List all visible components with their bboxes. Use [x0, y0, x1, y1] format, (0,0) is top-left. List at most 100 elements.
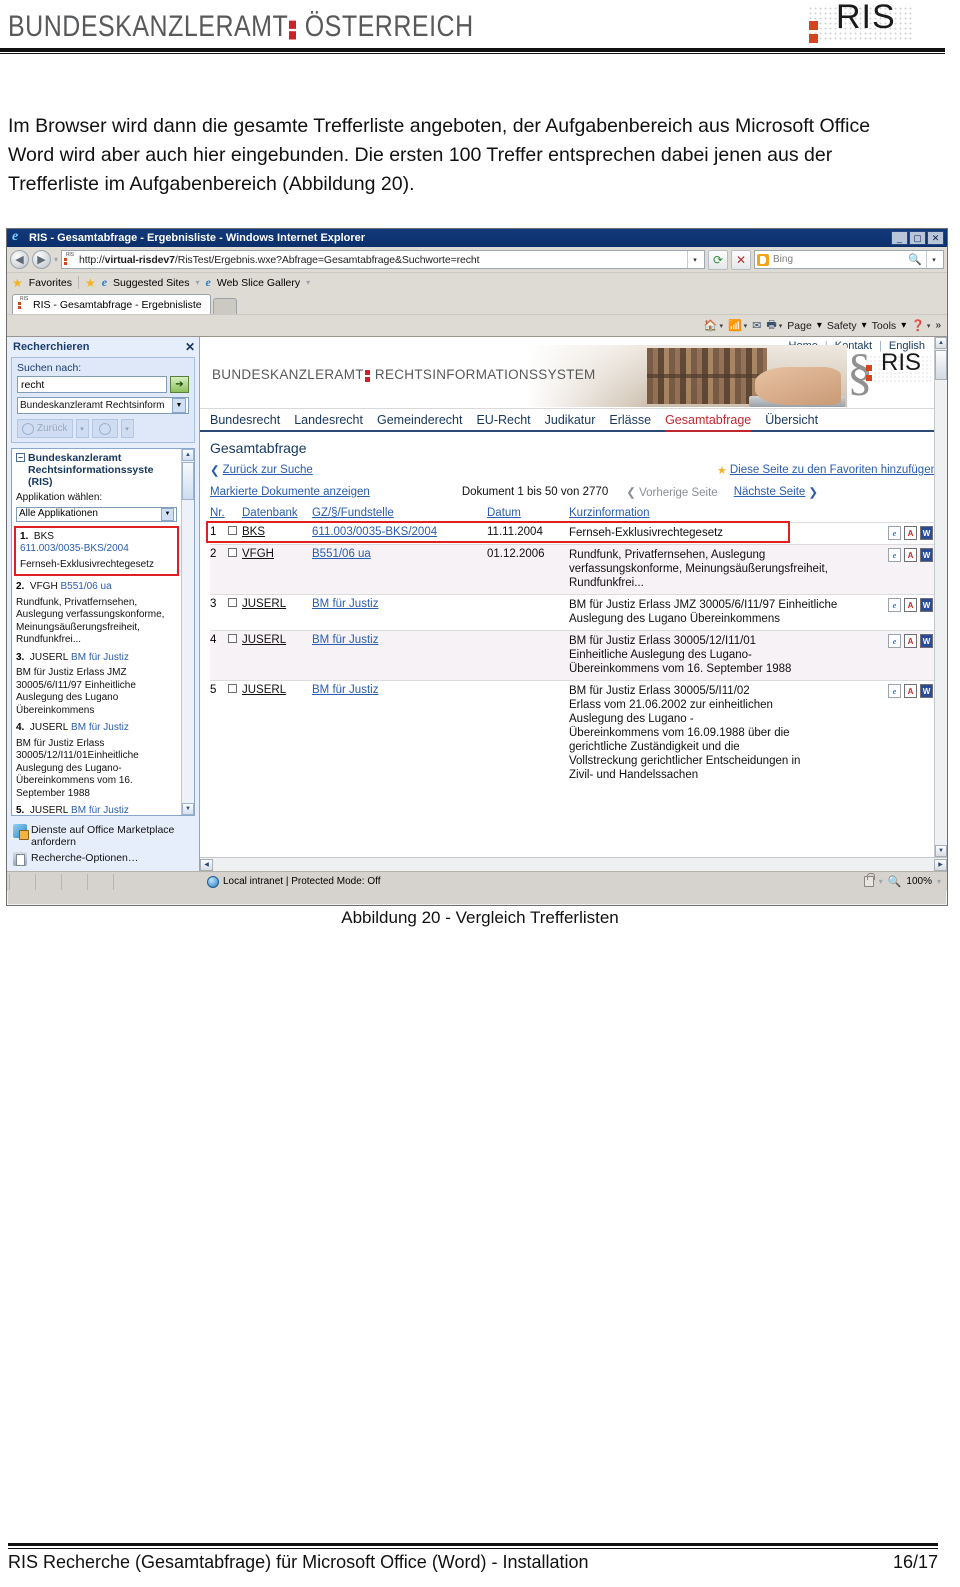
search-dropdown-caret-icon[interactable]: ▾ [926, 251, 941, 268]
back-to-search-link[interactable]: Zurück zur Suche [223, 464, 313, 476]
cell-datenbank[interactable]: JUSERL [242, 634, 286, 646]
hit-reference[interactable]: BM für Justiz [71, 722, 129, 733]
table-row[interactable]: 4 JUSERL BM für Justiz BM für Justiz Erl… [210, 630, 937, 681]
nav-uebersicht[interactable]: Übersicht [765, 413, 818, 430]
column-datenbank[interactable]: Datenbank [242, 507, 312, 523]
scroll-up-icon[interactable]: ▲ [935, 337, 947, 349]
pdf-icon[interactable]: A [904, 634, 917, 648]
zoom-caret-icon[interactable]: ▾ [937, 877, 941, 886]
row-checkbox[interactable] [228, 548, 237, 557]
suggested-sites-caret-icon[interactable]: ▾ [196, 278, 200, 287]
list-item[interactable]: 2. VFGH B551/06 ua Rundfunk, Privatferns… [16, 581, 177, 647]
html-icon[interactable]: e [888, 684, 901, 698]
show-marked-documents-link[interactable]: Markierte Dokumente anzeigen [210, 486, 370, 498]
html-icon[interactable]: e [888, 634, 901, 648]
web-slice-gallery-label[interactable]: Web Slice Gallery [217, 277, 300, 289]
cell-datenbank[interactable]: JUSERL [242, 684, 286, 696]
print-icon[interactable]: 🖶 ▾ [766, 316, 782, 335]
list-item[interactable]: 4. JUSERL BM für Justiz BM für Justiz Er… [16, 722, 177, 800]
url-dropdown-caret-icon[interactable]: ▾ [687, 251, 702, 268]
help-icon[interactable]: ❓ ▾ [911, 319, 930, 332]
refresh-button[interactable]: ⟳ [708, 249, 728, 270]
cell-checkbox[interactable] [228, 680, 242, 786]
favorites-label[interactable]: Favorites [29, 277, 72, 289]
suggested-sites-label[interactable]: Suggested Sites [113, 277, 189, 289]
feeds-icon[interactable]: 📶 ▾ [728, 319, 747, 332]
cell-checkbox[interactable] [228, 544, 242, 595]
security-zone[interactable]: Local intranet | Protected Mode: Off [199, 875, 389, 888]
word-icon[interactable]: W [920, 598, 933, 612]
horizontal-scrollbar[interactable]: ◀ ▶ [200, 857, 947, 871]
table-row[interactable]: 5 JUSERL BM für Justiz BM für Justiz Erl… [210, 680, 937, 786]
row-checkbox[interactable] [228, 526, 237, 535]
maximize-button[interactable]: ▢ [909, 231, 926, 245]
back-dropdown-icon[interactable]: ▾ [75, 419, 89, 438]
html-icon[interactable]: e [888, 526, 901, 540]
nav-erlaesse[interactable]: Erlässe [609, 413, 651, 430]
page-scrollbar[interactable]: ▲ ▼ [934, 337, 947, 857]
cell-datenbank[interactable]: BKS [242, 526, 265, 538]
row-checkbox[interactable] [228, 684, 237, 693]
zoom-level[interactable]: 100% [906, 876, 932, 887]
cell-reference[interactable]: B551/06 ua [312, 548, 371, 560]
nav-bundesrecht[interactable]: Bundesrecht [210, 413, 280, 430]
html-icon[interactable]: e [888, 548, 901, 562]
menu-tools[interactable]: Tools [872, 320, 897, 332]
back-button[interactable]: Zurück [17, 419, 73, 438]
scrollbar-thumb[interactable] [182, 462, 194, 500]
application-select[interactable]: Alle Applikationen ▼ [16, 506, 177, 522]
word-icon[interactable]: W [920, 684, 933, 698]
new-tab-button[interactable] [212, 298, 237, 314]
close-icon[interactable]: ✕ [185, 340, 195, 354]
nav-eu-recht[interactable]: EU-Recht [476, 413, 530, 430]
forward-dropdown-icon[interactable]: ▾ [120, 419, 134, 438]
add-to-favorites-link[interactable]: Diese Seite zu den Favoriten hinzufügen [730, 464, 937, 476]
cell-reference[interactable]: BM für Justiz [312, 598, 378, 610]
web-slice-caret-icon[interactable]: ▾ [306, 278, 310, 287]
nav-landesrecht[interactable]: Landesrecht [294, 413, 363, 430]
pdf-icon[interactable]: A [904, 526, 917, 540]
search-input[interactable]: recht [17, 376, 167, 393]
row-checkbox[interactable] [228, 634, 237, 643]
pdf-icon[interactable]: A [904, 548, 917, 562]
scroll-down-icon[interactable]: ▼ [935, 845, 947, 857]
table-row[interactable]: 3 JUSERL BM für Justiz BM für Justiz Erl… [210, 594, 937, 631]
cell-datenbank[interactable]: JUSERL [242, 598, 286, 610]
pdf-icon[interactable]: A [904, 598, 917, 612]
scrollbar-thumb[interactable] [935, 350, 947, 380]
browser-tab-ergebnisliste[interactable]: RIS - Gesamtabfrage - Ergebnisliste [12, 294, 211, 314]
chevron-down-icon[interactable]: ▾ [879, 877, 883, 886]
column-datum[interactable]: Datum [487, 507, 569, 523]
nav-gemeinderecht[interactable]: Gemeinderecht [377, 413, 462, 430]
column-nr[interactable]: Nr. [210, 507, 228, 523]
scrollbar-trough[interactable] [182, 500, 194, 803]
cell-checkbox[interactable] [228, 594, 242, 631]
research-options-link[interactable]: Recherche-Optionen… [13, 852, 194, 866]
results-group-header[interactable]: − Bundeskanzleramt Rechtsinformationssys… [16, 452, 177, 488]
pdf-icon[interactable]: A [904, 684, 917, 698]
list-item[interactable]: 5. JUSERL BM für Justiz [16, 805, 177, 815]
start-search-button[interactable]: ➔ [170, 376, 189, 393]
next-page-link[interactable]: Nächste Seite [734, 486, 806, 498]
word-icon[interactable]: W [920, 526, 933, 540]
scroll-right-icon[interactable]: ▶ [934, 858, 947, 871]
cell-datenbank[interactable]: VFGH [242, 548, 274, 560]
forward-button[interactable]: ▶ [32, 250, 51, 269]
service-select[interactable]: Bundeskanzleramt Rechtsinform ▼ [17, 397, 189, 414]
stop-button[interactable]: ✕ [731, 249, 751, 270]
hit-reference[interactable]: BM für Justiz [71, 805, 129, 815]
cell-checkbox[interactable] [228, 630, 242, 681]
search-input[interactable]: Bing 🔍 ▾ [754, 250, 944, 269]
back-button[interactable]: ◀ [10, 250, 29, 269]
home-icon[interactable]: 🏠 ▾ [704, 319, 723, 332]
table-row[interactable]: 2 VFGH B551/06 ua 01.12.2006 Rundfunk, P… [210, 544, 937, 595]
scroll-left-icon[interactable]: ◀ [200, 858, 213, 871]
list-item[interactable]: 1. BKS 611.003/0035-BKS/2004 Fernseh-Exk… [20, 531, 173, 572]
hit-reference[interactable]: B551/06 ua [60, 581, 111, 592]
cell-reference[interactable]: BM für Justiz [312, 684, 378, 696]
menu-page[interactable]: Page [787, 320, 812, 332]
close-button[interactable]: ✕ [927, 231, 944, 245]
table-row[interactable]: 1 BKS 611.003/0035-BKS/2004 11.11.2004 F… [210, 522, 937, 545]
search-icon[interactable]: 🔍 [908, 253, 922, 266]
mail-icon[interactable]: ✉ [752, 319, 761, 332]
